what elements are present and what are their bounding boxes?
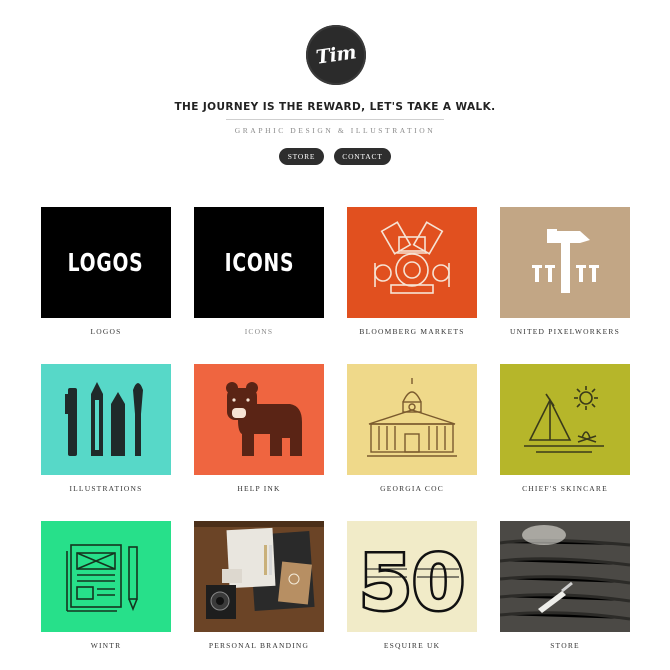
portfolio-caption[interactable]: STORE	[485, 641, 645, 650]
portfolio-caption[interactable]: HELP INK	[179, 484, 339, 493]
portfolio-caption[interactable]: WINTR	[26, 641, 186, 650]
pencils-icon	[65, 382, 143, 456]
portfolio-caption[interactable]: PERSONAL BRANDING	[179, 641, 339, 650]
wintr-thumbnail[interactable]	[41, 521, 171, 632]
portfolio-item-esquire-uk[interactable]: 50 ESQUIRE UK	[347, 521, 477, 650]
icons-word: ICONS	[224, 248, 294, 277]
portfolio-caption[interactable]: CHIEF'S SKINCARE	[485, 484, 645, 493]
capitol-building-icon	[367, 378, 457, 457]
esquire-uk-thumbnail[interactable]: 50	[347, 521, 477, 632]
logos-thumbnail[interactable]: LOGOS	[41, 207, 171, 318]
tagline: THE JOURNEY IS THE REWARD, LET'S TAKE A …	[174, 101, 496, 113]
contact-button[interactable]: CONTACT	[334, 148, 391, 165]
logos-word: LOGOS	[68, 248, 144, 277]
pixelworkers-thumbnail[interactable]	[500, 207, 630, 318]
chiefs-skincare-thumbnail[interactable]	[500, 364, 630, 475]
wireframe-document-icon	[66, 544, 138, 612]
main-nav: STORE CONTACT	[0, 148, 670, 165]
portfolio-item-help-ink[interactable]: HELP INK	[194, 364, 324, 493]
engine-icon	[374, 221, 450, 294]
portfolio-caption[interactable]: ICONS	[179, 327, 339, 336]
tim-logo[interactable]: Tim	[306, 25, 366, 85]
portfolio-item-personal-branding[interactable]: PERSONAL BRANDING	[194, 521, 324, 650]
portfolio-caption[interactable]: LOGOS	[26, 327, 186, 336]
fifty-lettering: 50	[357, 536, 468, 630]
portfolio-item-georgia-coc[interactable]: GEORGIA COC	[347, 364, 477, 493]
site-header: Tim THE JOURNEY IS THE REWARD, LET'S TAK…	[0, 0, 670, 180]
portfolio-caption[interactable]: ESQUIRE UK	[332, 641, 492, 650]
portfolio-item-chiefs-skincare[interactable]: CHIEF'S SKINCARE	[500, 364, 630, 493]
help-ink-thumbnail[interactable]	[194, 364, 324, 475]
portfolio-item-icons[interactable]: ICONS ICONS	[194, 207, 324, 336]
portfolio-item-united-pixelworkers[interactable]: UNITED PIXELWORKERS	[500, 207, 630, 336]
hammer-icon	[532, 229, 599, 293]
bloomberg-thumbnail[interactable]	[347, 207, 477, 318]
stationery-photo	[194, 521, 324, 632]
divider	[226, 119, 444, 120]
portfolio-caption[interactable]: BLOOMBERG MARKETS	[332, 327, 492, 336]
bear-icon	[226, 382, 302, 456]
store-thumbnail[interactable]	[500, 521, 630, 632]
portfolio-item-wintr[interactable]: WINTR	[41, 521, 171, 650]
logo-text: Tim	[314, 41, 358, 69]
portfolio-caption[interactable]: GEORGIA COC	[332, 484, 492, 493]
portfolio-item-illustrations[interactable]: ILLUSTRATIONS	[41, 364, 171, 493]
portfolio-item-logos[interactable]: LOGOS LOGOS	[41, 207, 171, 336]
store-button[interactable]: STORE	[279, 148, 324, 165]
blade-photo	[500, 521, 630, 632]
subtitle: GRAPHIC DESIGN & ILLUSTRATION	[234, 126, 436, 135]
fifty-text: 50	[359, 538, 465, 627]
portfolio-item-store[interactable]: STORE	[500, 521, 630, 650]
portfolio-caption[interactable]: UNITED PIXELWORKERS	[485, 327, 645, 336]
portfolio-item-bloomberg-markets[interactable]: BLOOMBERG MARKETS	[347, 207, 477, 336]
personal-branding-thumbnail[interactable]	[194, 521, 324, 632]
icons-thumbnail[interactable]: ICONS	[194, 207, 324, 318]
portfolio-grid: LOGOS LOGOS ICONS ICONS BLOOMBERG MARKET…	[41, 207, 631, 670]
georgia-coc-thumbnail[interactable]	[347, 364, 477, 475]
campsite-icon	[524, 386, 604, 453]
portfolio-caption[interactable]: ILLUSTRATIONS	[26, 484, 186, 493]
illustrations-thumbnail[interactable]	[41, 364, 171, 475]
